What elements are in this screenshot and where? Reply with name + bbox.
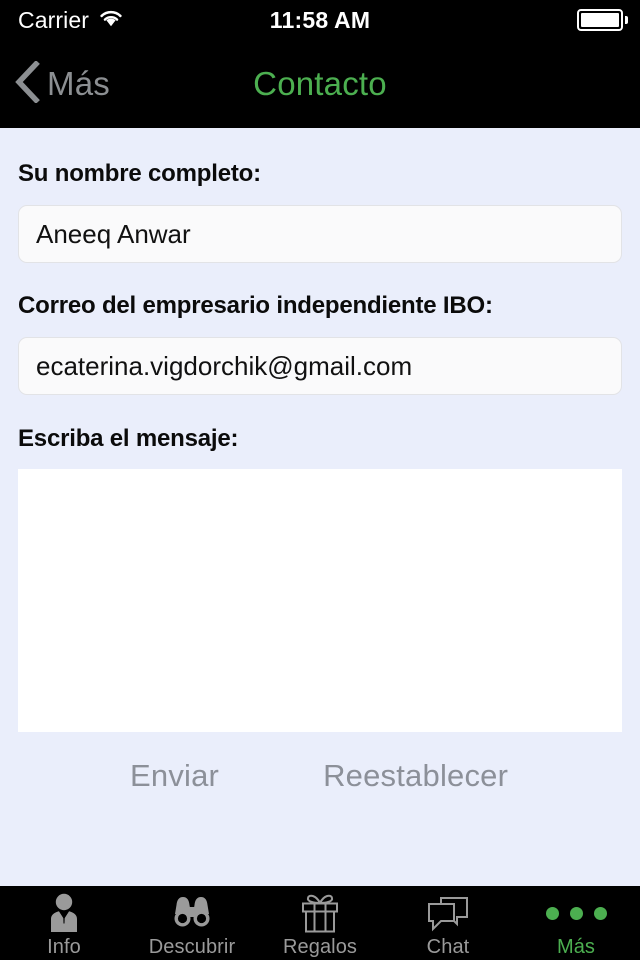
send-button[interactable]: Enviar xyxy=(130,758,219,794)
tab-bar: Info Descubrir Regalos Chat Más xyxy=(0,886,640,960)
tab-label-chat: Chat xyxy=(426,936,470,958)
tab-regalos[interactable]: Regalos xyxy=(256,886,384,960)
three-dots-icon xyxy=(545,893,607,933)
tab-mas[interactable]: Más xyxy=(512,886,640,960)
full-name-label: Su nombre completo: xyxy=(18,160,261,187)
contact-form: Su nombre completo: Correo del empresari… xyxy=(0,160,640,794)
tab-label-regalos: Regalos xyxy=(282,936,358,958)
status-time: 11:58 AM xyxy=(269,6,371,33)
tab-label-mas: Más xyxy=(556,936,596,958)
tab-descubrir[interactable]: Descubrir xyxy=(128,886,256,960)
reset-button[interactable]: Reestablecer xyxy=(323,758,508,794)
gift-icon xyxy=(296,893,344,933)
status-bar: Carrier 11:58 AM xyxy=(0,0,640,40)
ibo-email-label: Correo del empresario independiente IBO: xyxy=(18,292,493,319)
tab-chat[interactable]: Chat xyxy=(384,886,512,960)
form-actions: Enviar Reestablecer xyxy=(18,758,622,794)
battery-icon xyxy=(577,9,628,31)
binoculars-icon xyxy=(168,893,216,933)
speech-bubbles-icon xyxy=(424,893,472,933)
businessman-icon xyxy=(42,893,86,933)
tab-label-info: Info xyxy=(47,936,81,958)
page-title: Contacto xyxy=(253,65,387,102)
message-textarea[interactable] xyxy=(18,469,622,732)
message-label: Escriba el mensaje: xyxy=(18,425,239,452)
ibo-email-input[interactable] xyxy=(18,337,622,395)
tab-label-descubrir: Descubrir xyxy=(148,936,236,958)
navigation-bar: Más Contacto xyxy=(0,40,640,128)
tab-info[interactable]: Info xyxy=(0,886,128,960)
full-name-input[interactable] xyxy=(18,205,622,263)
